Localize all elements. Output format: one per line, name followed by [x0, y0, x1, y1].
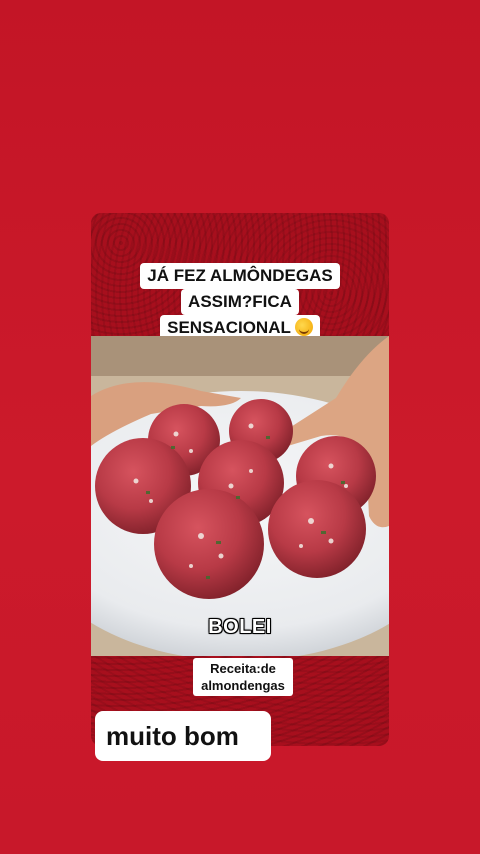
post-title-line-2: ASSIM?FICA	[181, 289, 299, 315]
shared-post-card[interactable]: JÁ FEZ ALMÔNDEGAS ASSIM?FICA SENSACIONAL	[91, 213, 389, 746]
yum-face-emoji-icon	[294, 318, 313, 336]
post-title-line-1: JÁ FEZ ALMÔNDEGAS	[140, 263, 340, 289]
story-screen: { "story": { "title_lines": ["JÁ FEZ ALM…	[0, 0, 480, 854]
recipe-caption-line-2: almondengas	[201, 678, 285, 693]
video-overlay-text: BOLEI	[208, 616, 272, 638]
recipe-caption: Receita:de almondengas	[193, 658, 293, 696]
meatballs-photo	[91, 336, 389, 656]
recipe-caption-line-1: Receita:de	[210, 661, 276, 676]
story-text-sticker[interactable]: muito bom	[95, 711, 271, 761]
post-title: JÁ FEZ ALMÔNDEGAS ASSIM?FICA SENSACIONAL	[91, 263, 389, 341]
post-title-line-3-text: SENSACIONAL	[167, 318, 291, 337]
video-thumbnail[interactable]: BOLEI	[91, 336, 389, 656]
story-text-sticker-label: muito bom	[106, 720, 239, 751]
